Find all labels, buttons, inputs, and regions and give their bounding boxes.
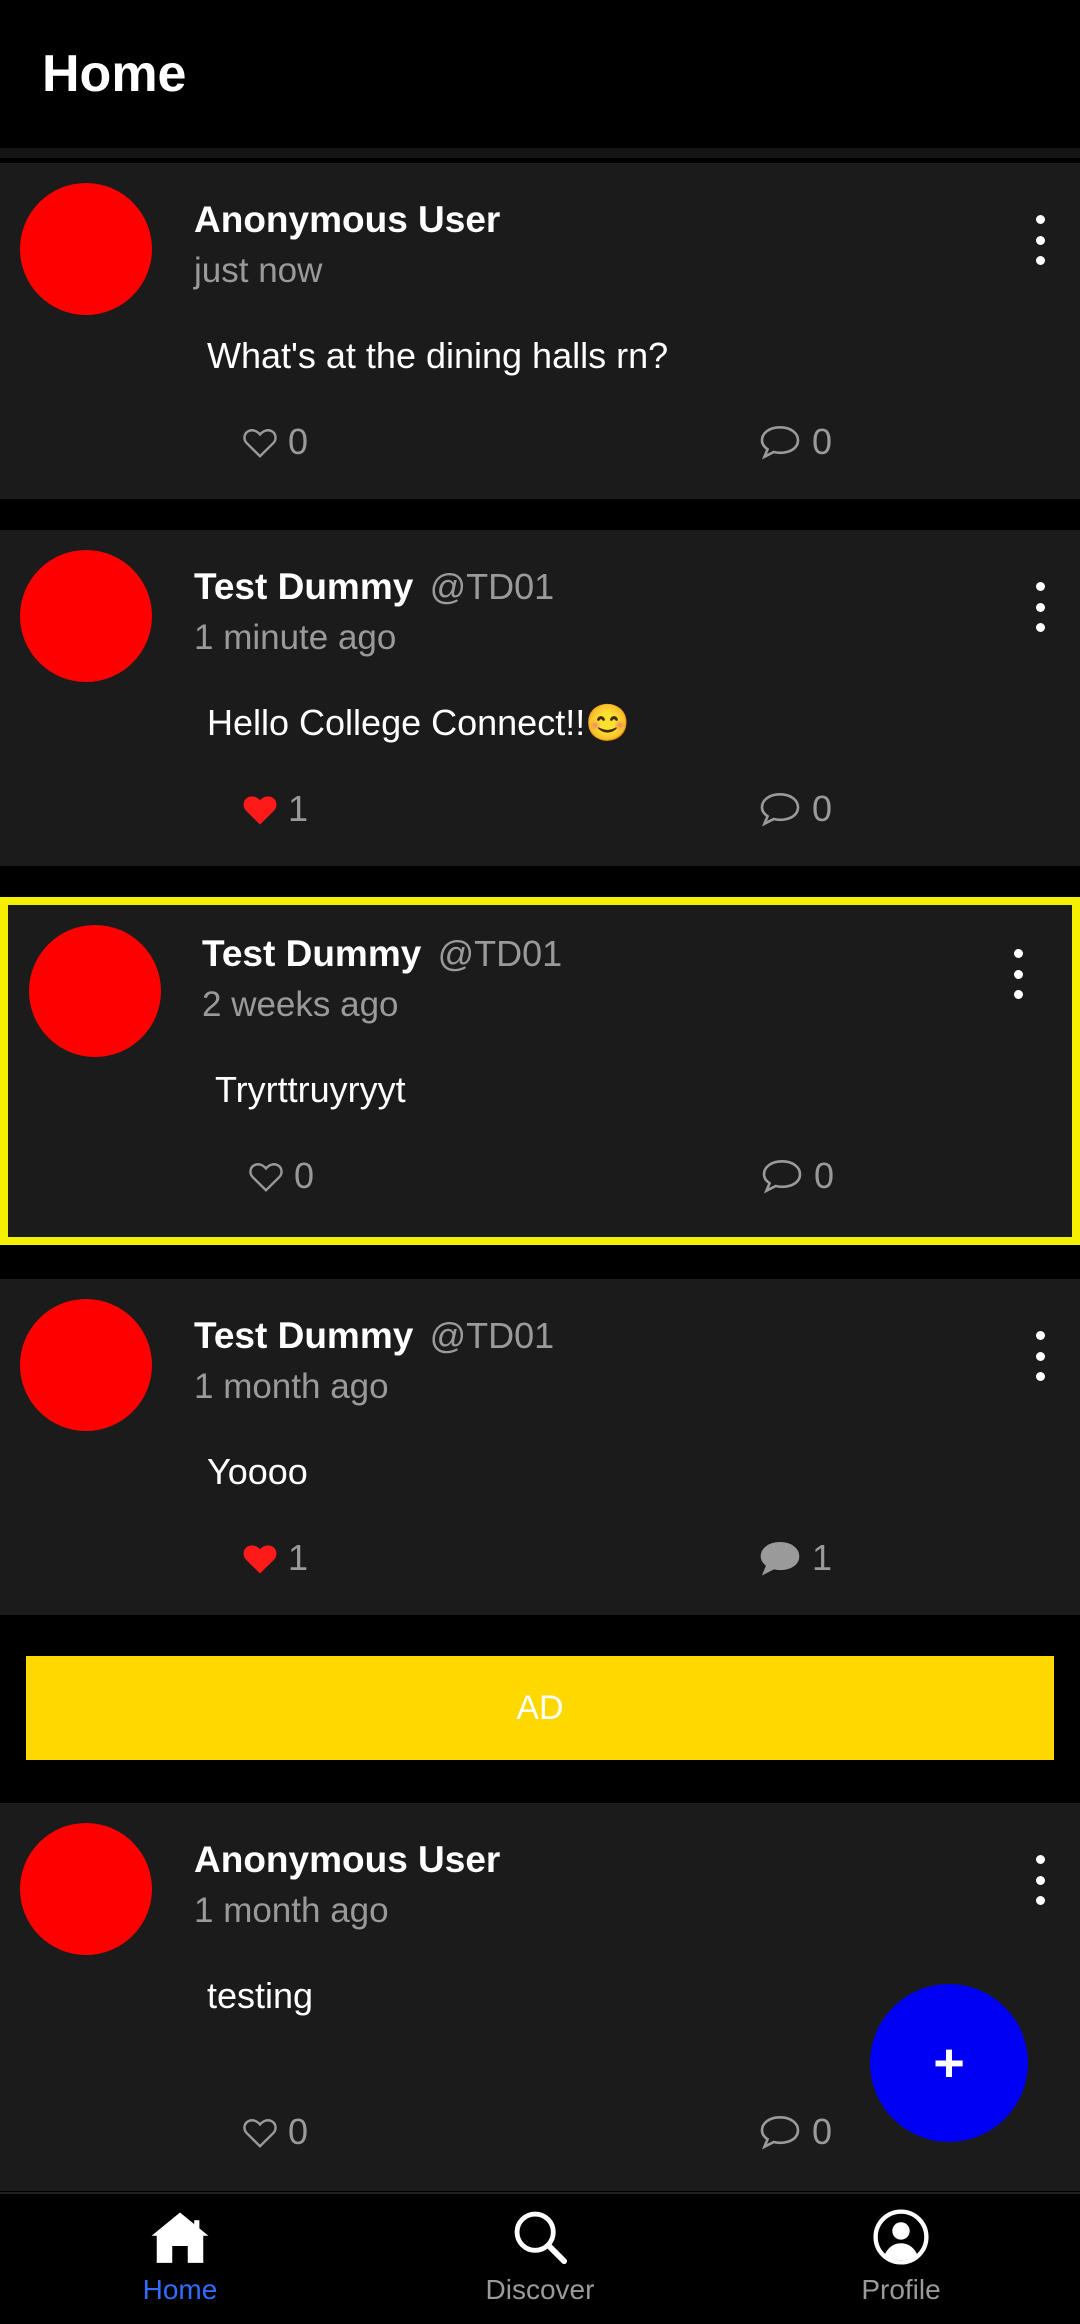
like-count: 1	[288, 788, 309, 829]
comment-outline-icon	[762, 1159, 802, 1194]
nav-home[interactable]: Home	[50, 2208, 310, 2324]
post-time: just now	[194, 251, 323, 290]
avatar[interactable]	[20, 1823, 152, 1955]
post-menu-button[interactable]	[1022, 1331, 1058, 1381]
plus-icon: +	[933, 2033, 965, 2093]
post-author: Anonymous User	[194, 1839, 500, 1881]
post-time: 1 month ago	[194, 1367, 389, 1406]
ad-label: AD	[516, 1688, 564, 1727]
author-name: Test Dummy	[194, 566, 414, 607]
bottom-navigation: Home Discover Profile	[0, 2192, 1080, 2324]
more-vertical-icon	[1035, 582, 1045, 591]
post-content: Hello College Connect!!😊	[207, 702, 631, 743]
comment-count: 0	[812, 421, 833, 462]
search-icon	[514, 2211, 568, 2265]
post-content: Tryrttruyryyt	[215, 1069, 406, 1110]
comment-count: 1	[812, 1537, 833, 1578]
like-button[interactable]: 0	[248, 1155, 314, 1197]
home-icon	[151, 2212, 209, 2263]
create-post-button[interactable]: +	[870, 1984, 1028, 2142]
author-name: Test Dummy	[194, 1315, 414, 1356]
post-menu-button[interactable]	[1022, 1855, 1058, 1905]
like-button[interactable]: 0	[242, 2111, 308, 2153]
author-name: Test Dummy	[202, 933, 422, 974]
like-count: 0	[288, 421, 309, 462]
profile-icon	[873, 2209, 929, 2265]
avatar[interactable]	[20, 550, 152, 682]
like-count: 1	[288, 1537, 309, 1578]
heart-outline-icon	[249, 1163, 283, 1192]
post-author: Anonymous User	[194, 199, 500, 241]
app-bar: Home	[0, 0, 1080, 148]
post-menu-button[interactable]	[1000, 949, 1036, 999]
more-vertical-icon	[1035, 1331, 1045, 1340]
author-handle: @TD01	[429, 1315, 555, 1356]
post-menu-button[interactable]	[1022, 215, 1058, 265]
comment-outline-icon	[760, 2115, 800, 2150]
post-content: What's at the dining halls rn?	[207, 335, 669, 376]
more-vertical-icon	[1013, 949, 1023, 958]
author-name: Anonymous User	[194, 1839, 501, 1880]
comment-button[interactable]: 0	[760, 1155, 834, 1197]
post-content: Yoooo	[207, 1451, 308, 1492]
comment-count: 0	[812, 2111, 833, 2152]
comment-filled-icon	[760, 1541, 800, 1576]
nav-discover[interactable]: Discover	[410, 2208, 670, 2324]
avatar[interactable]	[20, 1299, 152, 1431]
comment-button[interactable]: 0	[758, 788, 832, 830]
nav-discover-label: Discover	[485, 2274, 595, 2305]
nav-profile[interactable]: Profile	[771, 2208, 1031, 2324]
comment-button[interactable]: 0	[758, 2111, 832, 2153]
post-time: 2 weeks ago	[202, 985, 399, 1024]
post-author: Test Dummy @TD01	[194, 1315, 554, 1357]
like-button[interactable]: 1	[242, 788, 308, 830]
post-time: 1 month ago	[194, 1891, 389, 1930]
page-title: Home	[42, 45, 187, 103]
heart-filled-icon	[243, 1545, 277, 1574]
nav-home-label: Home	[142, 2274, 218, 2305]
comment-outline-icon	[760, 425, 800, 460]
heart-filled-icon	[243, 796, 277, 825]
comment-count: 0	[814, 1155, 835, 1196]
post-time: 1 minute ago	[194, 618, 397, 657]
heart-outline-icon	[243, 2119, 277, 2148]
post-card[interactable]: Test Dummy @TD01 1 month ago Yoooo 1 1	[0, 1279, 1080, 1615]
avatar[interactable]	[29, 925, 161, 1057]
post-author: Test Dummy @TD01	[202, 933, 562, 975]
more-vertical-icon	[1035, 215, 1045, 224]
ad-banner[interactable]: AD	[26, 1656, 1054, 1760]
author-handle: @TD01	[437, 933, 563, 974]
like-count: 0	[288, 2111, 309, 2152]
nav-profile-label: Profile	[861, 2274, 941, 2305]
like-count: 0	[294, 1155, 315, 1196]
heart-outline-icon	[243, 429, 277, 458]
post-content: testing	[207, 1975, 314, 2016]
comment-button[interactable]: 0	[758, 421, 832, 463]
divider	[0, 148, 1080, 158]
comment-outline-icon	[760, 792, 800, 827]
post-card[interactable]: Test Dummy @TD01 1 minute ago Hello Coll…	[0, 530, 1080, 866]
avatar[interactable]	[20, 183, 152, 315]
post-menu-button[interactable]	[1022, 582, 1058, 632]
author-name: Anonymous User	[194, 199, 501, 240]
post-card[interactable]: Anonymous User just now What's at the di…	[0, 163, 1080, 499]
post-author: Test Dummy @TD01	[194, 566, 554, 608]
more-vertical-icon	[1035, 1855, 1045, 1864]
comment-count: 0	[812, 788, 833, 829]
author-handle: @TD01	[429, 566, 555, 607]
comment-button[interactable]: 1	[758, 1537, 832, 1579]
like-button[interactable]: 1	[242, 1537, 308, 1579]
post-card-selected[interactable]: Test Dummy @TD01 2 weeks ago Tryrttruyry…	[0, 897, 1080, 1245]
like-button[interactable]: 0	[242, 421, 308, 463]
